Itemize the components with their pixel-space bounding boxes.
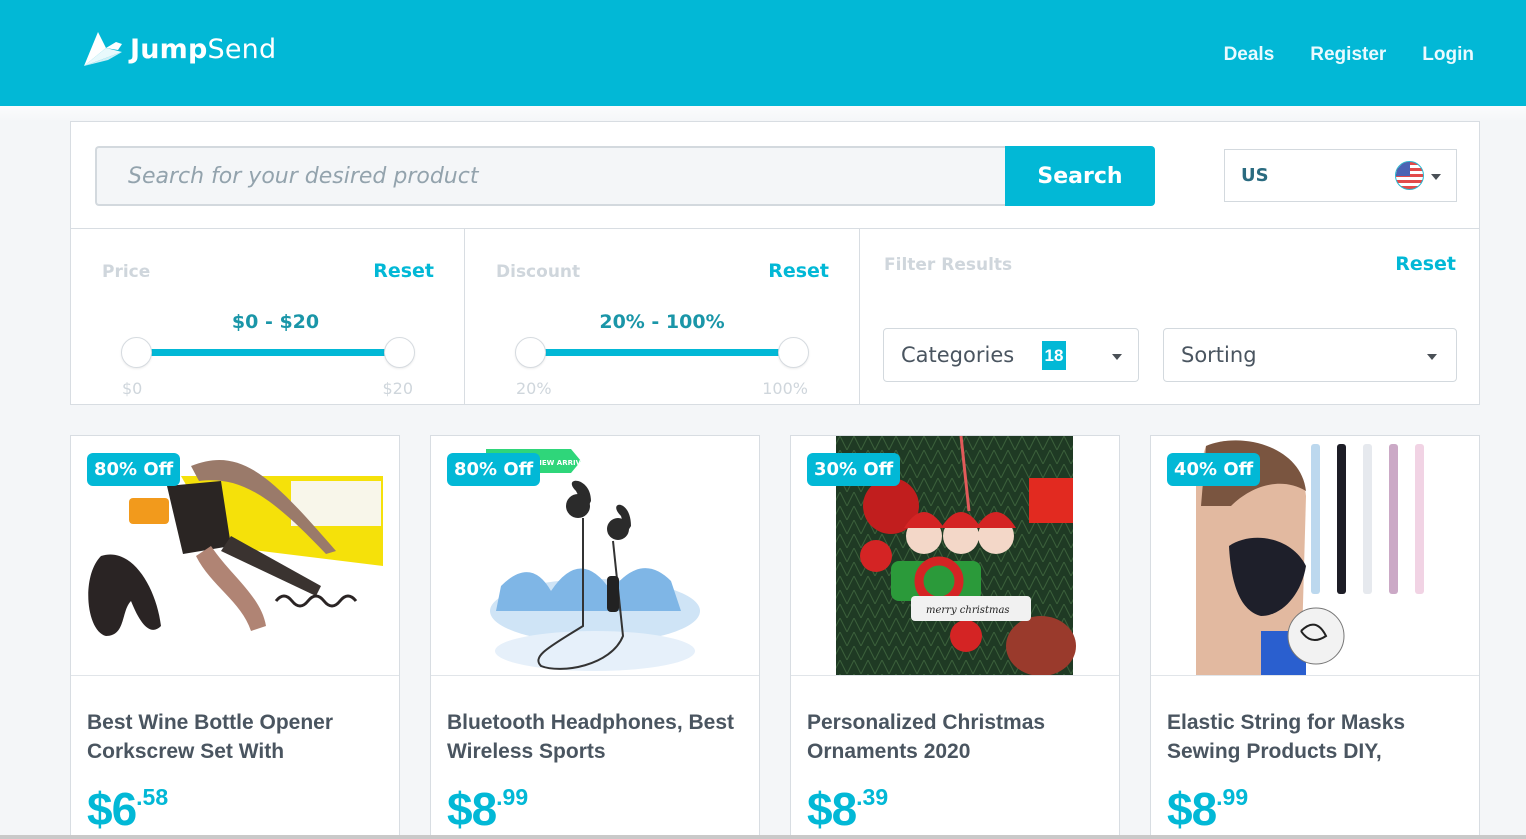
search-button[interactable]: Search: [1005, 146, 1155, 206]
product-title[interactable]: Elastic String for Masks Sewing Products…: [1167, 708, 1467, 766]
price-main: $8: [807, 783, 857, 835]
us-flag-icon: [1395, 161, 1424, 190]
product-title[interactable]: Personalized Christmas Ornaments 2020: [807, 708, 1107, 766]
nav-login[interactable]: Login: [1422, 44, 1474, 66]
product-card[interactable]: merry christmas 30% Off Personalized Chr…: [790, 435, 1120, 839]
header-shadow: [0, 106, 1526, 122]
new-arrival-ribbon: NEW ARRIVAL: [536, 459, 591, 467]
price-main: $8: [447, 783, 497, 835]
product-title[interactable]: Best Wine Bottle Opener Corkscrew Set Wi…: [87, 708, 387, 766]
price-min-label: $0: [122, 379, 143, 398]
site-header: JumpSend Deals Register Login: [0, 0, 1526, 106]
discount-filter-label: Discount: [496, 262, 581, 282]
discount-badge: 40% Off: [1167, 453, 1261, 486]
categories-count-badge: 18: [1042, 341, 1066, 370]
price-slider-track[interactable]: [136, 349, 400, 356]
discount-slider-min-handle[interactable]: [515, 337, 546, 368]
product-price: $8.99: [1167, 782, 1248, 836]
product-price: $8.99: [447, 782, 528, 836]
price-max-label: $20: [382, 379, 413, 398]
discount-range-value: 20% - 100%: [599, 311, 725, 333]
discount-badge: 30% Off: [807, 453, 901, 486]
discount-filter: Discount Reset 20% - 100% 20% 100%: [465, 229, 860, 405]
discount-min-label: 20%: [516, 379, 552, 398]
nav-deals[interactable]: Deals: [1224, 44, 1275, 66]
brand-logo[interactable]: JumpSend: [82, 30, 276, 68]
product-card[interactable]: 40% Off Elastic String for Masks Sewing …: [1150, 435, 1480, 839]
search-input[interactable]: [95, 146, 1007, 206]
nav-register[interactable]: Register: [1310, 44, 1386, 66]
search-filter-panel: Search US Price Reset $0 - $20 $0 $20 Di…: [70, 121, 1480, 405]
product-title[interactable]: Bluetooth Headphones, Best Wireless Spor…: [447, 708, 747, 766]
paper-crane-icon: [84, 32, 122, 66]
brand-name-light: Send: [207, 33, 277, 65]
chevron-down-icon: [1431, 174, 1441, 180]
price-filter-label: Price: [102, 262, 151, 282]
country-select[interactable]: US: [1224, 149, 1457, 202]
categories-label: Categories: [901, 343, 1015, 367]
price-main: $8: [1167, 783, 1217, 835]
product-price: $8.39: [807, 782, 888, 836]
price-cents: .99: [1216, 784, 1249, 810]
price-range-value: $0 - $20: [231, 311, 320, 333]
results-reset-link[interactable]: Reset: [1395, 253, 1456, 275]
price-slider-max-handle[interactable]: [384, 337, 415, 368]
product-grid: 80% Off Best Wine Bottle Opener Corkscre…: [70, 435, 1480, 839]
country-value: US: [1241, 165, 1269, 186]
brand-name-bold: Jump: [130, 33, 208, 65]
discount-max-label: 100%: [762, 379, 808, 398]
discount-slider-max-handle[interactable]: [778, 337, 809, 368]
discount-reset-link[interactable]: Reset: [768, 260, 829, 282]
product-card[interactable]: NEW ARRIVAL 80% Off Bluetooth Headphones…: [430, 435, 760, 839]
product-price: $6.58: [87, 782, 168, 836]
price-filter: Price Reset $0 - $20 $0 $20: [71, 229, 465, 405]
chevron-down-icon: [1427, 354, 1437, 360]
price-cents: .99: [496, 784, 529, 810]
price-slider-min-handle[interactable]: [121, 337, 152, 368]
price-reset-link[interactable]: Reset: [373, 260, 434, 282]
filter-results-label: Filter Results: [884, 255, 1013, 275]
product-card[interactable]: 80% Off Best Wine Bottle Opener Corkscre…: [70, 435, 400, 839]
discount-slider-track[interactable]: [530, 349, 794, 356]
sorting-label: Sorting: [1181, 343, 1257, 367]
chevron-down-icon: [1112, 354, 1122, 360]
sorting-dropdown[interactable]: Sorting: [1163, 328, 1457, 382]
main-nav: Deals Register Login: [1224, 44, 1474, 66]
categories-dropdown[interactable]: Categories 18: [883, 328, 1139, 382]
price-cents: .58: [136, 784, 169, 810]
horizontal-scrollbar[interactable]: [0, 835, 1526, 839]
price-main: $6: [87, 783, 137, 835]
svg-text:merry christmas: merry christmas: [926, 605, 1010, 616]
results-filter: Filter Results Reset Categories 18 Sorti…: [860, 229, 1480, 405]
discount-badge: 80% Off: [87, 453, 181, 486]
discount-badge: 80% Off: [447, 453, 541, 486]
price-cents: .39: [856, 784, 889, 810]
search-row: Search US: [71, 122, 1479, 229]
